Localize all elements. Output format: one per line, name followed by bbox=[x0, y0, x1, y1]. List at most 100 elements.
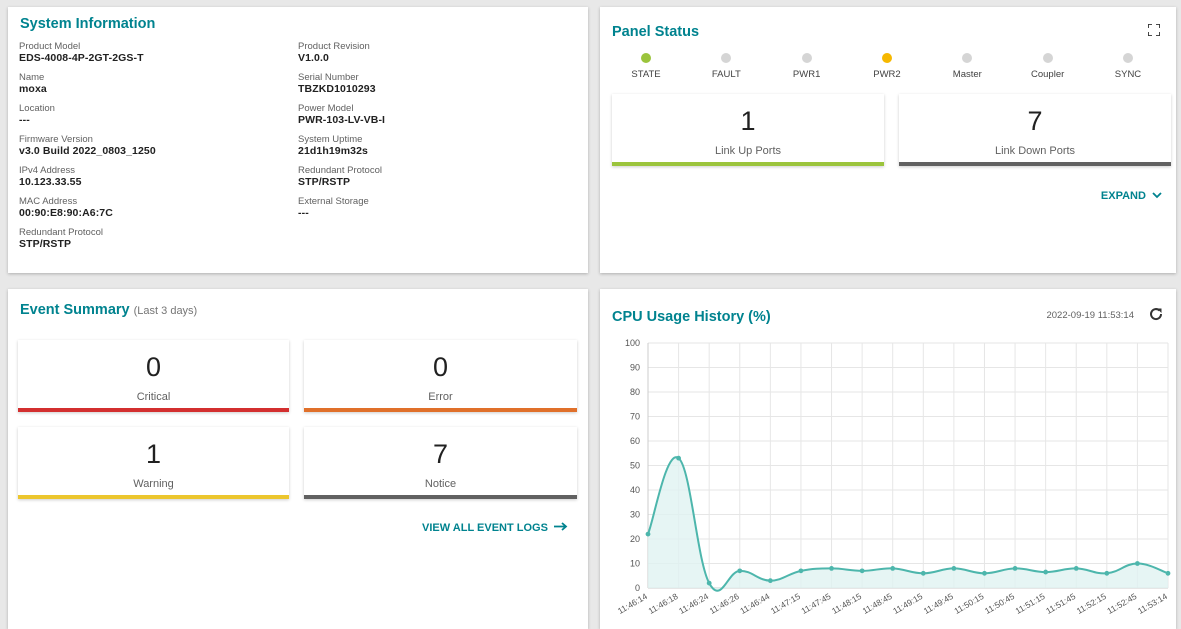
field-value: --- bbox=[19, 114, 30, 126]
field-label: External Storage bbox=[298, 196, 369, 207]
link-down-ports-card[interactable]: 7 Link Down Ports bbox=[899, 94, 1171, 166]
field-value: TBZKD1010293 bbox=[298, 83, 376, 95]
field-label: Serial Number bbox=[298, 72, 359, 83]
field-serial-number: Serial Number TBZKD1010293 bbox=[298, 72, 385, 96]
expand-button[interactable]: EXPAND bbox=[1101, 190, 1162, 202]
field-name: Name moxa bbox=[19, 72, 156, 96]
cpu-data-point bbox=[1104, 570, 1110, 576]
link-up-ports-card[interactable]: 1 Link Up Ports bbox=[612, 94, 884, 166]
field-value: EDS-4008-4P-2GT-2GS-T bbox=[19, 52, 144, 64]
system-information-title: System Information bbox=[20, 16, 156, 32]
cpu-data-point bbox=[737, 568, 743, 574]
warning-events-card[interactable]: 1 Warning bbox=[18, 427, 289, 499]
panel-status-title: Panel Status bbox=[612, 24, 700, 40]
led-dot bbox=[801, 53, 812, 63]
system-info-right-column: Product Revision V1.0.0 Serial Number TBZK… bbox=[298, 41, 385, 227]
field-label: System Uptime bbox=[298, 134, 363, 145]
led-label: Master bbox=[952, 69, 982, 80]
cpu-data-point bbox=[982, 570, 987, 576]
field-redundant-protocol: Redundant Protocol STP/RSTP bbox=[19, 227, 156, 251]
x-tick-label: 11:48:45 bbox=[861, 591, 894, 616]
cpu-data-point bbox=[706, 580, 712, 586]
error-events-card[interactable]: 0 Error bbox=[304, 340, 577, 412]
error-label: Error bbox=[428, 391, 453, 403]
field-label: Product Model bbox=[19, 41, 81, 52]
cpu-data-point bbox=[829, 566, 834, 571]
cpu-usage-chart: 010203040506070809010011:46:1411:46:1811… bbox=[616, 338, 1171, 616]
x-tick-label: 11:50:15 bbox=[952, 591, 985, 616]
y-tick-label: 40 bbox=[630, 485, 640, 495]
cpu-data-point bbox=[1073, 566, 1079, 571]
cpu-data-point bbox=[676, 455, 681, 461]
x-tick-label: 11:46:14 bbox=[616, 591, 649, 616]
y-tick-label: 10 bbox=[630, 559, 640, 569]
field-redundant-protocol: Redundant Protocol STP/RSTP bbox=[298, 165, 385, 189]
x-tick-label: 11:53:14 bbox=[1136, 591, 1169, 616]
cpu-data-point bbox=[798, 568, 804, 574]
x-tick-label: 11:46:44 bbox=[738, 591, 771, 616]
y-tick-label: 70 bbox=[630, 412, 640, 422]
cpu-data-point bbox=[1043, 569, 1049, 575]
led-dot bbox=[881, 53, 892, 63]
x-tick-label: 11:46:26 bbox=[708, 591, 741, 616]
y-tick-label: 50 bbox=[630, 461, 640, 471]
field-label: Power Model bbox=[298, 103, 354, 114]
led-label: PWR1 bbox=[792, 69, 821, 80]
x-tick-label: 11:52:15 bbox=[1075, 591, 1108, 616]
led-indicators: STATE FAULT PWR1 PWR2 Master Coupler SYN… bbox=[614, 53, 1160, 80]
x-tick-label: 11:46:18 bbox=[646, 591, 679, 616]
link-up-count: 1 bbox=[740, 106, 756, 136]
x-tick-label: 11:46:24 bbox=[677, 591, 710, 616]
field-value: STP/RSTP bbox=[19, 238, 72, 250]
cpu-data-point bbox=[1135, 561, 1140, 566]
led-sync: SYNC bbox=[1096, 53, 1160, 80]
led-dot bbox=[641, 53, 651, 63]
cpu-data-point bbox=[920, 570, 926, 576]
cpu-usage-card: CPU Usage History (%) 2022-09-19 11:53:1… bbox=[600, 289, 1176, 629]
arrow-right-icon bbox=[554, 522, 568, 531]
cpu-data-point bbox=[859, 568, 865, 574]
link-up-label: Link Up Ports bbox=[714, 145, 782, 157]
view-all-event-logs-link[interactable]: VIEW ALL EVENT LOGS bbox=[422, 522, 568, 534]
field-external-storage: External Storage --- bbox=[298, 196, 385, 220]
x-tick-label: 11:47:15 bbox=[769, 591, 802, 616]
field-location: Location --- bbox=[19, 103, 156, 127]
y-tick-label: 90 bbox=[630, 363, 640, 373]
link-down-count: 7 bbox=[1027, 106, 1043, 136]
cpu-data-point bbox=[951, 566, 957, 571]
cpu-data-point bbox=[1012, 566, 1018, 571]
critical-label: Critical bbox=[136, 391, 171, 403]
critical-events-card[interactable]: 0 Critical bbox=[18, 340, 289, 412]
field-value: 21d1h19m32s bbox=[298, 145, 368, 157]
led-label: Coupler bbox=[1031, 69, 1065, 80]
led-pwr2: PWR2 bbox=[855, 53, 919, 80]
cpu-data-point bbox=[1165, 570, 1171, 576]
fullscreen-icon[interactable] bbox=[1148, 24, 1160, 36]
event-summary-card: Event Summary (Last 3 days) 0 Critical 0… bbox=[8, 289, 588, 629]
x-tick-label: 11:49:15 bbox=[891, 591, 924, 616]
view-all-label: VIEW ALL EVENT LOGS bbox=[422, 522, 548, 534]
notice-events-card[interactable]: 7 Notice bbox=[304, 427, 577, 499]
x-tick-label: 11:52:45 bbox=[1105, 591, 1138, 616]
y-tick-label: 80 bbox=[630, 387, 640, 397]
link-down-bar bbox=[899, 162, 1171, 166]
link-up-bar bbox=[612, 162, 884, 166]
cpu-data-point bbox=[767, 578, 773, 584]
led-dot bbox=[962, 53, 973, 63]
field-mac-address: MAC Address 00:90:E8:90:A6:7C bbox=[19, 196, 156, 220]
led-label: FAULT bbox=[711, 69, 741, 80]
x-tick-label: 11:49:45 bbox=[922, 591, 955, 616]
field-system-uptime: System Uptime 21d1h19m32s bbox=[298, 134, 385, 158]
field-label: Redundant Protocol bbox=[19, 227, 103, 238]
y-tick-label: 0 bbox=[635, 583, 640, 593]
notice-label: Notice bbox=[424, 478, 457, 490]
led-dot bbox=[1122, 53, 1133, 63]
y-tick-label: 30 bbox=[630, 510, 640, 520]
led-state: STATE bbox=[614, 53, 678, 80]
led-label: PWR2 bbox=[873, 69, 901, 80]
led-coupler: Coupler bbox=[1016, 53, 1080, 80]
x-tick-label: 11:51:45 bbox=[1044, 591, 1077, 616]
error-bar bbox=[304, 408, 577, 412]
y-tick-label: 60 bbox=[630, 436, 640, 446]
event-summary-title: Event Summary (Last 3 days) bbox=[20, 302, 197, 318]
